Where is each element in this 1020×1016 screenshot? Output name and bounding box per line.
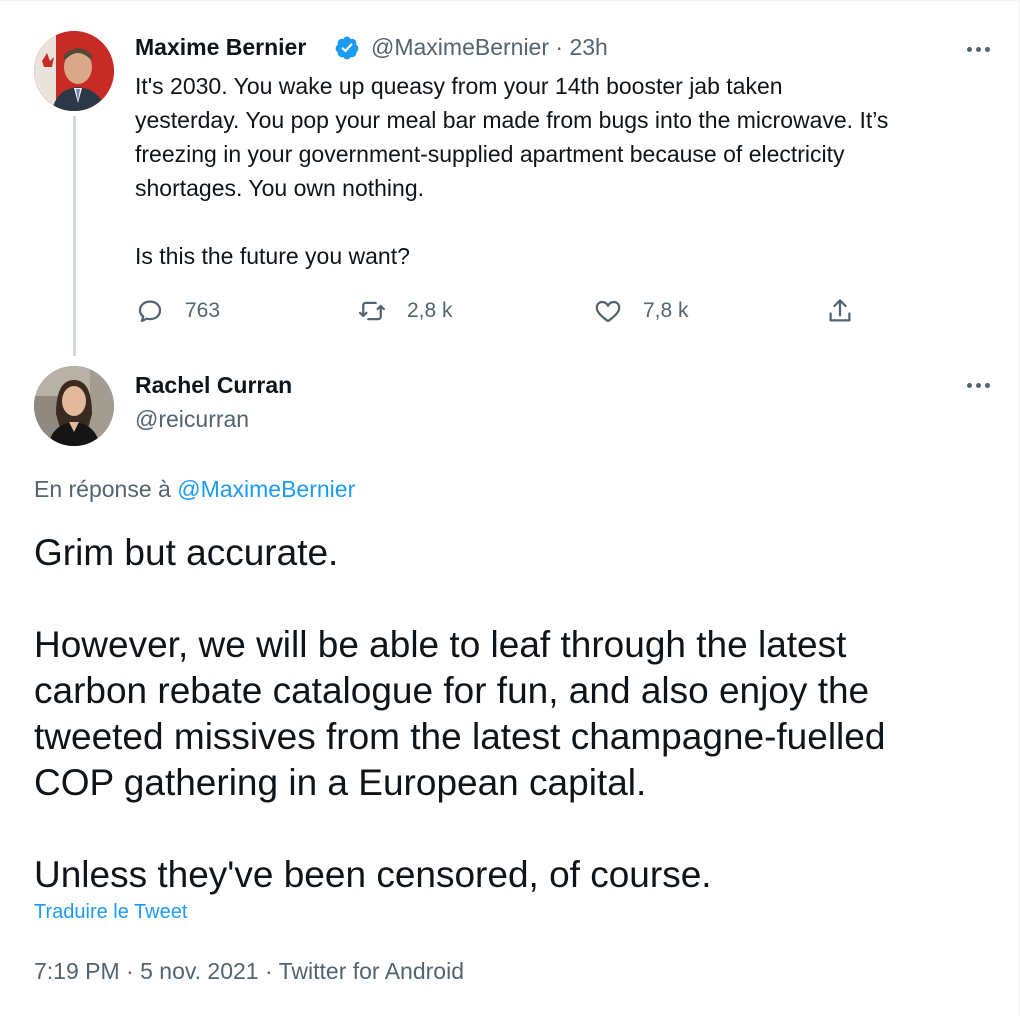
verified-badge-icon: [335, 36, 359, 60]
comment-icon: [138, 300, 162, 323]
replying-to-line: En réponse à @MaximeBernier: [34, 476, 355, 503]
author-handle-time[interactable]: @MaximeBernier · 23h: [371, 34, 608, 61]
reply-count: 763: [185, 299, 221, 322]
tweet-timestamp-source[interactable]: 7:19 PM · 5 nov. 2021 · Twitter for Andr…: [34, 958, 464, 985]
reply-tweet-text: Grim but accurate. However, we will be a…: [34, 532, 886, 895]
more-icon[interactable]: [963, 44, 993, 54]
tweet-actions: 763 2,8 k 7,8 k: [135, 294, 895, 328]
retweet-icon: [359, 301, 385, 321]
like-count: 7,8 k: [643, 299, 689, 322]
tweet-text: It's 2030. You wake up queasy from your …: [135, 73, 889, 269]
share-button[interactable]: [825, 294, 855, 328]
rachel-curran-avatar[interactable]: [34, 366, 114, 446]
like-button[interactable]: 7,8 k: [593, 294, 689, 328]
replying-prefix: En réponse à: [34, 476, 171, 502]
heart-icon: [595, 300, 621, 323]
more-icon[interactable]: [963, 380, 993, 390]
reply-author-name[interactable]: Rachel Curran: [135, 372, 292, 399]
retweet-button[interactable]: 2,8 k: [357, 294, 453, 328]
replying-to-link[interactable]: @MaximeBernier: [177, 476, 355, 502]
reply-button[interactable]: 763: [135, 294, 220, 328]
reply-author-handle[interactable]: @reicurran: [135, 406, 249, 433]
thread-connector-line: [73, 116, 76, 356]
retweet-count: 2,8 k: [407, 299, 453, 322]
share-icon: [829, 299, 851, 322]
maxime-bernier-avatar[interactable]: [34, 31, 114, 111]
author-name[interactable]: Maxime Bernier: [135, 34, 306, 61]
translate-tweet-link[interactable]: Traduire le Tweet: [34, 901, 187, 924]
